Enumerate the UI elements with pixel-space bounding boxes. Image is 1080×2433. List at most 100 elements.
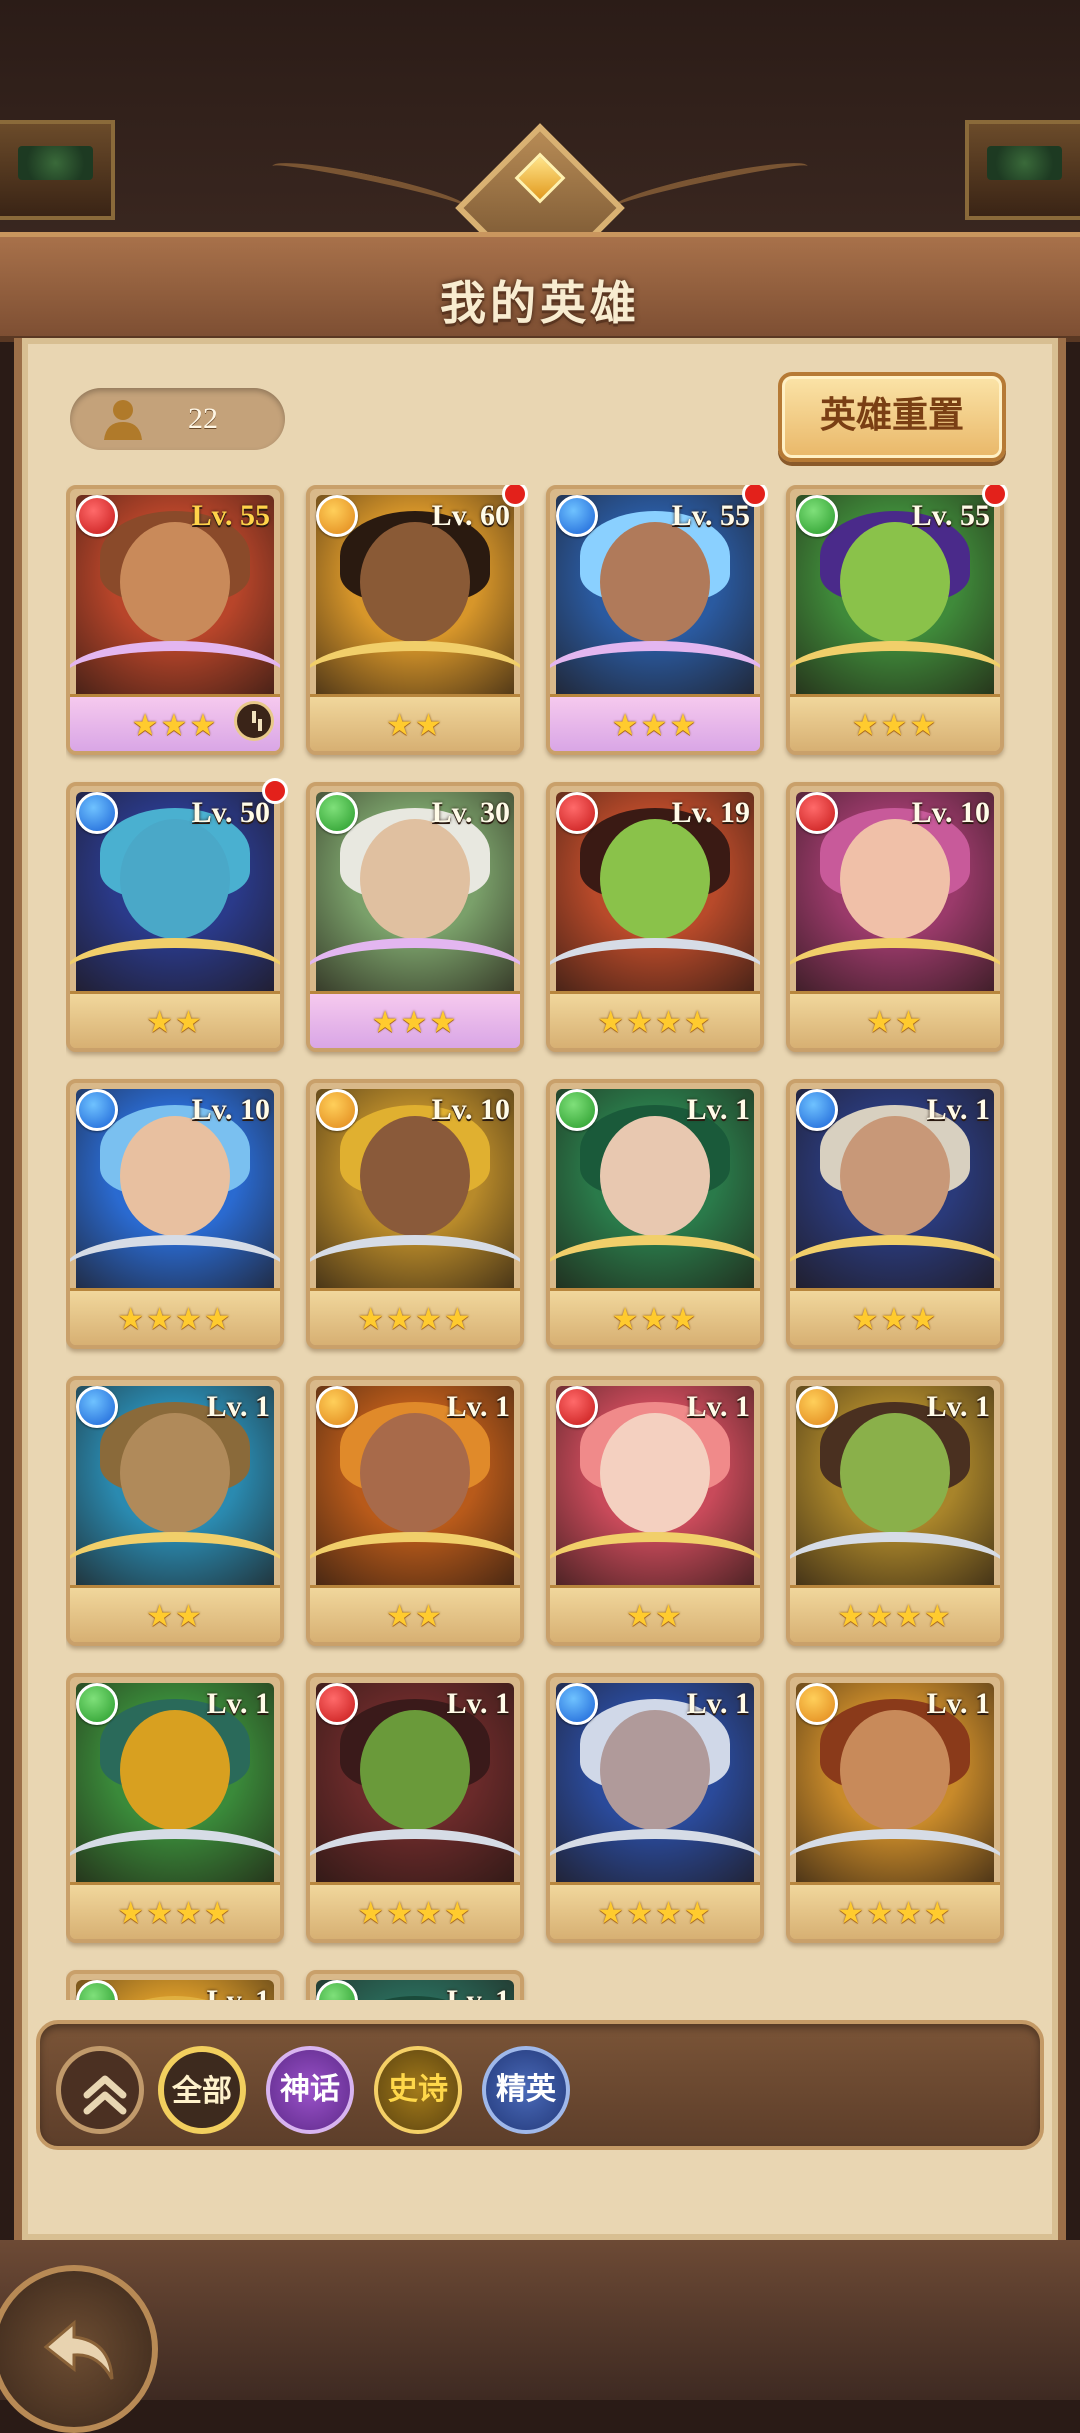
fire-element-icon: [556, 1386, 598, 1428]
hero-card[interactable]: ★★★ Lv. 55: [66, 485, 284, 755]
hero-card-slot: ★★ Lv. 60: [306, 485, 528, 755]
hero-stars: ★★★: [611, 708, 699, 743]
hero-level: Lv. 1: [926, 1093, 990, 1126]
hero-stars: ★★: [386, 1599, 444, 1634]
hero-card[interactable]: ★★ Lv. 50: [66, 782, 284, 1052]
wind-element-icon: [76, 1683, 118, 1725]
hero-face: [360, 521, 470, 642]
hero-count-value: 22: [188, 402, 218, 435]
hero-card-slot: ★★★★ Lv. 1: [546, 1673, 764, 1943]
hero-card[interactable]: ★★★★ Lv. 10: [66, 1079, 284, 1349]
hero-card-slot: ★★ Lv. 1: [66, 1376, 284, 1646]
water-element-icon: [556, 1683, 598, 1725]
wind-element-icon: [316, 792, 358, 834]
hero-stars: ★★: [146, 1599, 204, 1634]
filter-mythic-button[interactable]: 神话: [266, 2046, 354, 2134]
earth-element-icon: [316, 1089, 358, 1131]
hero-card-slot: ★★★★ Lv. 19: [546, 782, 764, 1052]
hero-card[interactable]: Lv. 1: [306, 1970, 524, 2000]
hero-level: Lv. 1: [926, 1687, 990, 1720]
earth-element-icon: [316, 495, 358, 537]
hero-card[interactable]: ★★ Lv. 1: [546, 1376, 764, 1646]
hero-card[interactable]: ★★ Lv. 1: [306, 1376, 524, 1646]
hero-card-slot: ★★★★ Lv. 10: [306, 1079, 524, 1349]
hero-card[interactable]: ★★★ Lv. 55: [546, 485, 764, 755]
hero-level: Lv. 10: [431, 1093, 510, 1126]
page-title: 我的英雄: [440, 276, 640, 330]
hero-stars: ★★★: [851, 708, 939, 743]
hero-card[interactable]: ★★★★ Lv. 1: [786, 1376, 1004, 1646]
hero-stars: ★★★★: [117, 1896, 233, 1931]
hero-face: [120, 1412, 230, 1533]
hero-card[interactable]: ★★★★ Lv. 10: [306, 1079, 524, 1349]
earth-element-icon: [796, 1683, 838, 1725]
hero-stars: ★★★★: [597, 1005, 713, 1040]
hero-level: Lv. 19: [671, 796, 750, 829]
water-element-icon: [556, 495, 598, 537]
hero-card-slot: ★★★★ Lv. 10: [66, 1079, 284, 1349]
hero-card-slot: ★★ Lv. 1: [546, 1376, 764, 1646]
hero-stars: ★★★: [851, 1302, 939, 1337]
hero-stars: ★★★: [371, 1005, 459, 1040]
hero-card[interactable]: ★★★★ Lv. 1: [66, 1673, 284, 1943]
notification-dot: [982, 485, 1008, 507]
hero-stars: ★★★★: [117, 1302, 233, 1337]
water-element-icon: [76, 1089, 118, 1131]
hero-card[interactable]: ★★ Lv. 10: [786, 782, 1004, 1052]
hero-card-slot: ★★★ Lv. 55: [546, 485, 768, 755]
title-bar: 我的英雄: [0, 232, 1080, 342]
hero-card-slot: ★★★ Lv. 55: [786, 485, 1008, 755]
filter-epic-button[interactable]: 史诗: [374, 2046, 462, 2134]
hero-level: Lv. 10: [191, 1093, 270, 1126]
hero-face: [600, 818, 710, 939]
hero-level: Lv. 1: [446, 1390, 510, 1423]
hero-level: Lv. 1: [447, 1984, 510, 2000]
filter-bar: 全部 神话 史诗 精英: [36, 2020, 1044, 2150]
hero-card-slot: Lv. 1: [66, 1970, 284, 2000]
hero-level: Lv. 1: [686, 1390, 750, 1423]
hero-card[interactable]: ★★★ Lv. 30: [306, 782, 524, 1052]
wind-element-icon: [796, 495, 838, 537]
hero-stars: ★★★★: [837, 1599, 953, 1634]
person-icon: [104, 400, 142, 440]
hero-face: [840, 521, 950, 642]
hero-face: [840, 818, 950, 939]
hero-stars: ★★★★: [357, 1896, 473, 1931]
hero-face: [360, 1412, 470, 1533]
hero-card[interactable]: ★★★ Lv. 1: [786, 1079, 1004, 1349]
double-chevron-up-icon: [83, 2075, 127, 2115]
hero-card[interactable]: ★★★★ Lv. 1: [786, 1673, 1004, 1943]
hero-card-slot: ★★★ Lv. 55: [66, 485, 284, 755]
notification-dot: [502, 485, 528, 507]
hero-card[interactable]: ★★★ Lv. 1: [546, 1079, 764, 1349]
hero-count-badge: 22: [70, 388, 285, 450]
collapse-button[interactable]: [56, 2046, 144, 2134]
back-button[interactable]: [0, 2265, 158, 2433]
hero-card[interactable]: ★★ Lv. 1: [66, 1376, 284, 1646]
hero-stars: ★★★★: [597, 1896, 713, 1931]
hero-card-slot: ★★★★ Lv. 1: [306, 1673, 524, 1943]
hero-card[interactable]: ★★★ Lv. 55: [786, 485, 1004, 755]
hero-card[interactable]: Lv. 1: [66, 1970, 284, 2000]
hero-reset-button[interactable]: 英雄重置: [778, 372, 1006, 462]
earth-element-icon: [316, 1386, 358, 1428]
filter-all-button[interactable]: 全部: [158, 2046, 246, 2134]
hero-level: Lv. 55: [191, 499, 270, 532]
hero-card-slot: ★★ Lv. 10: [786, 782, 1004, 1052]
hero-level: Lv. 60: [431, 499, 510, 532]
fire-element-icon: [316, 1683, 358, 1725]
left-pillar-decoration: [0, 120, 115, 220]
right-pillar-decoration: [965, 120, 1080, 220]
hero-level: Lv. 30: [431, 796, 510, 829]
filter-elite-button[interactable]: 精英: [482, 2046, 570, 2134]
hero-card[interactable]: ★★★★ Lv. 1: [306, 1673, 524, 1943]
bottom-background: [0, 2240, 1080, 2400]
hero-card[interactable]: ★★★★ Lv. 1: [546, 1673, 764, 1943]
hero-card[interactable]: ★★ Lv. 60: [306, 485, 524, 755]
hero-face: [840, 1412, 950, 1533]
hero-face: [120, 1115, 230, 1236]
fire-element-icon: [796, 792, 838, 834]
hero-card[interactable]: ★★★★ Lv. 19: [546, 782, 764, 1052]
hero-level: Lv. 1: [686, 1093, 750, 1126]
hero-face: [840, 1115, 950, 1236]
